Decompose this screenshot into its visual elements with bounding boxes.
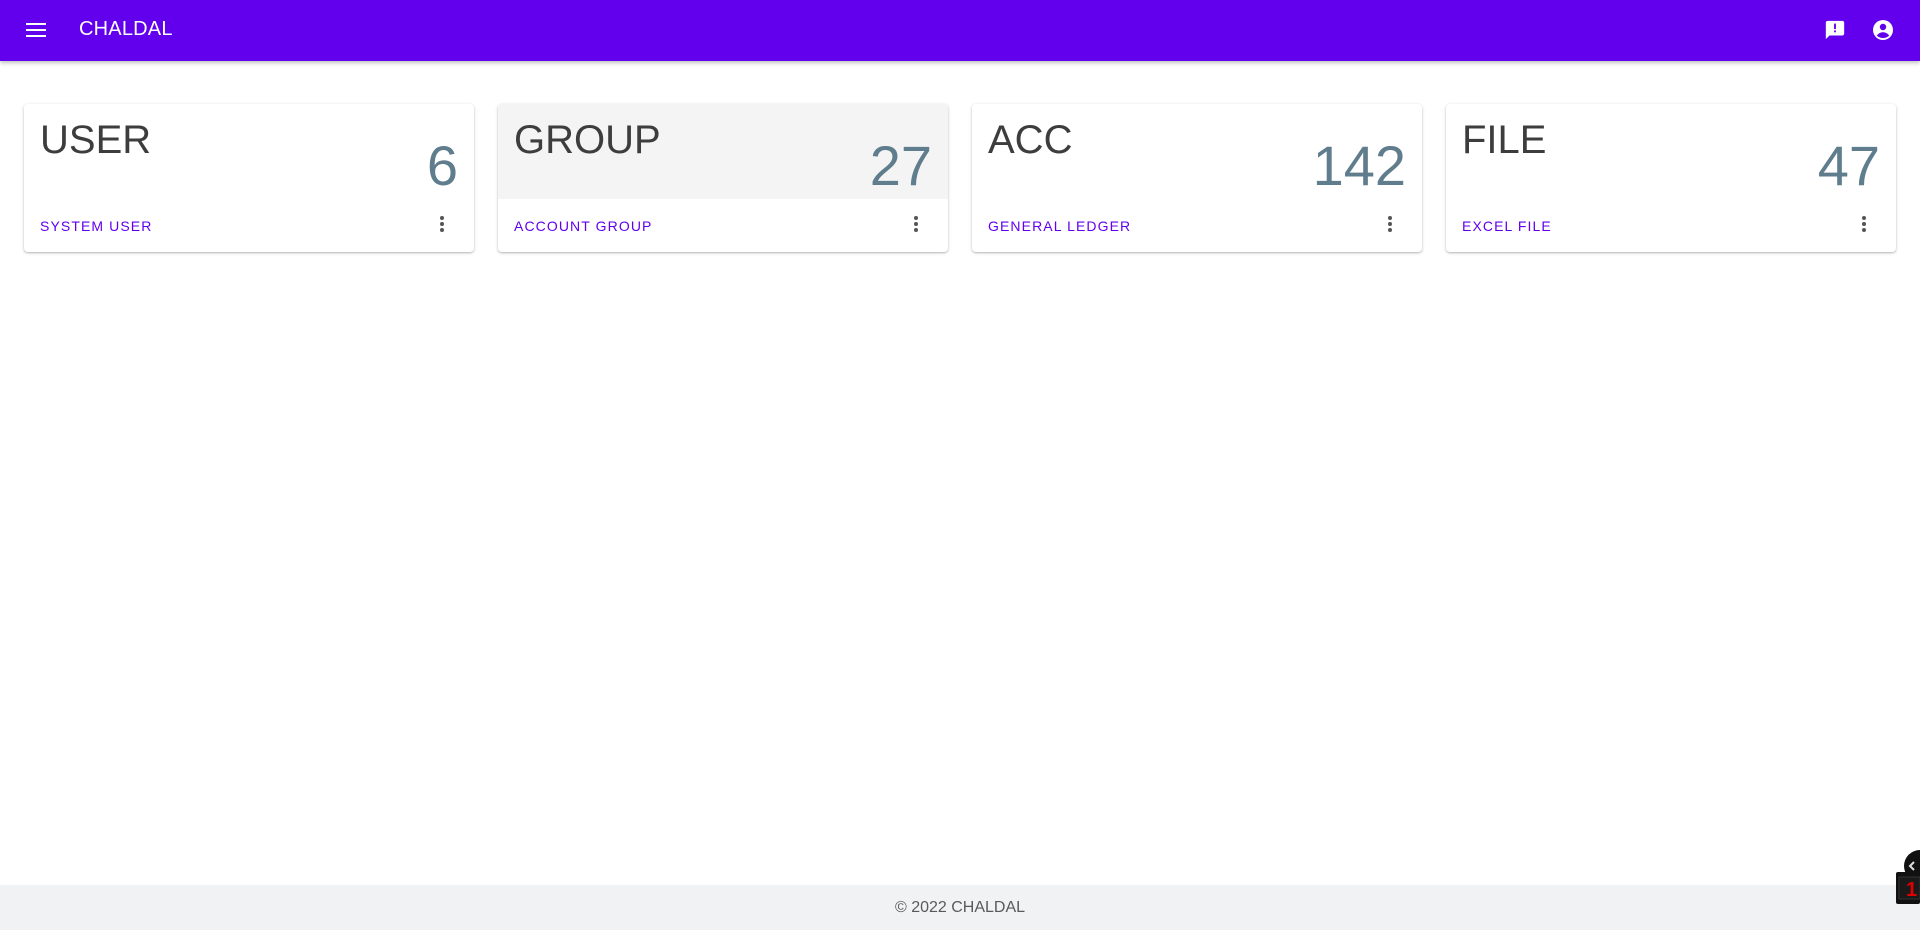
card-header: USER 6 [24, 104, 474, 199]
copyright-text: © 2022 CHALDAL [894, 898, 1026, 916]
card-title: ACC [988, 118, 1073, 162]
top-app-bar: CHALDAL [0, 0, 1920, 61]
card-count: 27 [869, 134, 932, 197]
card-file[interactable]: FILE 47 EXCEL FILE [1446, 104, 1896, 252]
app-title: CHALDAL [79, 18, 173, 40]
card-title: GROUP [514, 118, 661, 162]
hamburger-menu-icon[interactable] [18, 12, 54, 48]
card-count: 6 [426, 134, 458, 197]
account-circle-icon[interactable] [1865, 12, 1901, 48]
system-user-link[interactable]: SYSTEM USER [40, 218, 152, 234]
more-vert-icon[interactable] [430, 212, 454, 236]
feedback-icon[interactable] [1817, 12, 1853, 48]
card-header: FILE 47 [1446, 104, 1896, 199]
footer: © 2022 CHALDAL [0, 885, 1920, 930]
more-vert-icon[interactable] [1378, 212, 1402, 236]
general-ledger-link[interactable]: GENERAL LEDGER [988, 218, 1131, 234]
widget-badge: 1 [1906, 879, 1917, 901]
more-vert-icon[interactable] [904, 212, 928, 236]
card-count: 142 [1312, 134, 1406, 197]
card-user[interactable]: USER 6 SYSTEM USER [24, 104, 474, 252]
more-vert-icon[interactable] [1852, 212, 1876, 236]
card-title: FILE [1462, 118, 1547, 162]
card-acc[interactable]: ACC 142 GENERAL LEDGER [972, 104, 1422, 252]
card-header: ACC 142 [972, 104, 1422, 199]
excel-file-link[interactable]: EXCEL FILE [1462, 218, 1552, 234]
card-title: USER [40, 118, 152, 162]
card-group[interactable]: GROUP 27 ACCOUNT GROUP [498, 104, 948, 252]
card-header: GROUP 27 [498, 104, 948, 199]
card-count: 47 [1817, 134, 1880, 197]
floating-widget-icon[interactable]: 1 [1892, 848, 1920, 910]
account-group-link[interactable]: ACCOUNT GROUP [514, 218, 653, 234]
